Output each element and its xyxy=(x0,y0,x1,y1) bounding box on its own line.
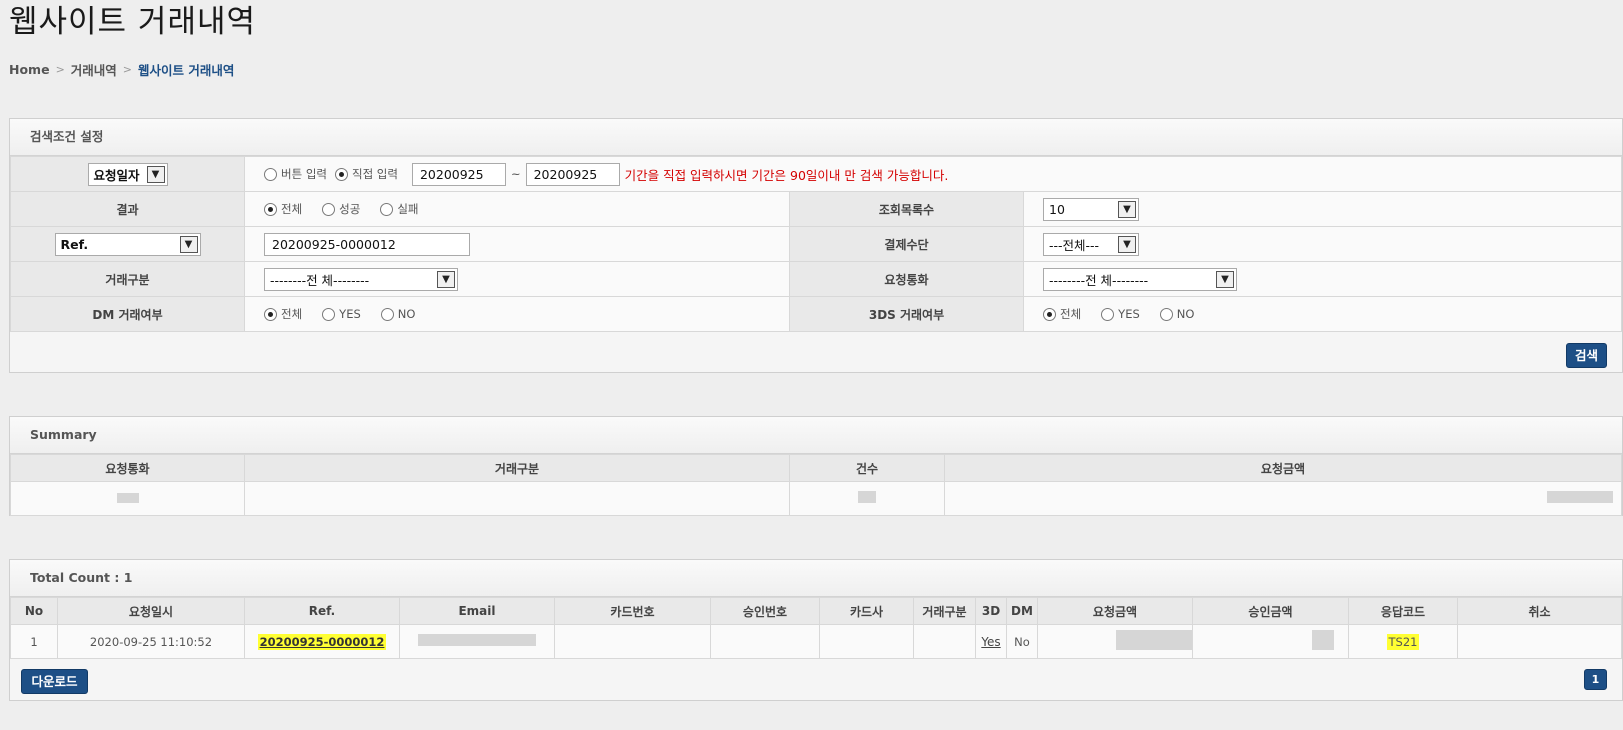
currency-select[interactable]: --------전 체-------- ▼ xyxy=(1043,267,1237,291)
summary-row xyxy=(10,481,1622,516)
payment-method-label: 결제수단 xyxy=(789,226,1024,262)
col-3d: 3D xyxy=(975,597,1007,625)
date-range-warning: 기간을 직접 입력하시면 기간은 90일이내 만 검색 가능합니다. xyxy=(624,167,949,183)
tx-type-select[interactable]: --------전 체-------- ▼ xyxy=(264,267,458,291)
cell-datetime: 2020-09-25 11:10:52 xyxy=(57,624,245,659)
redacted-value xyxy=(418,634,536,646)
chevron-down-icon: ▼ xyxy=(1216,270,1234,288)
radio-direct-input[interactable]: 직접 입력 xyxy=(334,166,398,182)
download-button[interactable]: 다운로드 xyxy=(21,669,88,694)
summary-table: 요청통화 거래구분 건수 요청금액 xyxy=(10,454,1622,516)
chevron-right-icon: > xyxy=(122,63,133,76)
breadcrumb-current: 웹사이트 거래내역 xyxy=(138,63,235,78)
page-size-label: 조회목록수 xyxy=(789,191,1024,227)
search-panel: 검색조건 설정 요청일자 ▼ 버튼 입력 직접 입력 20200925 ~ 20… xyxy=(9,118,1623,373)
summary-col-tx-type: 거래구분 xyxy=(244,454,790,482)
table-row: 1 2020-09-25 11:10:52 20200925-0000012 Y… xyxy=(10,624,1622,659)
search-button[interactable]: 검색 xyxy=(1566,343,1607,368)
3ds-radio-all[interactable]: 전체 xyxy=(1043,306,1081,322)
redacted-value xyxy=(1116,630,1192,650)
tx-type-label: 거래구분 xyxy=(10,261,245,297)
chevron-down-icon: ▼ xyxy=(1118,200,1136,218)
chevron-down-icon: ▼ xyxy=(437,270,455,288)
search-conditions-table: 요청일자 ▼ 버튼 입력 직접 입력 20200925 ~ 20200925 기… xyxy=(10,156,1622,332)
summary-col-currency: 요청통화 xyxy=(10,454,245,482)
ref-input[interactable]: 20200925-0000012 xyxy=(264,232,470,256)
result-radio-fail[interactable]: 실패 xyxy=(380,201,419,217)
redacted-value xyxy=(858,491,876,503)
page-size-select[interactable]: 10 ▼ xyxy=(1043,197,1139,221)
result-radio-all[interactable]: 전체 xyxy=(264,201,302,217)
redacted-value xyxy=(1547,491,1613,503)
breadcrumb: Home > 거래내역 > 웹사이트 거래내역 xyxy=(9,60,234,79)
redacted-value xyxy=(1312,630,1334,650)
col-resp-code: 응답코드 xyxy=(1348,597,1458,625)
col-req-amount: 요청금액 xyxy=(1037,597,1193,625)
summary-title: Summary xyxy=(10,417,1622,454)
dm-radio-all[interactable]: 전체 xyxy=(264,306,302,322)
3ds-radio-yes[interactable]: YES xyxy=(1101,307,1140,321)
3ds-radio-no[interactable]: NO xyxy=(1159,307,1194,321)
payment-method-select[interactable]: ---전체--- ▼ xyxy=(1043,232,1139,256)
result-label: 결과 xyxy=(10,191,245,227)
cell-no: 1 xyxy=(10,624,58,659)
breadcrumb-level1[interactable]: 거래내역 xyxy=(71,60,117,79)
chevron-right-icon: > xyxy=(55,63,65,76)
currency-label: 요청통화 xyxy=(789,261,1024,297)
pagination-page-1[interactable]: 1 xyxy=(1584,669,1607,690)
col-card-no: 카드번호 xyxy=(554,597,711,625)
redacted-value xyxy=(116,492,139,503)
results-table: No 요청일시 Ref. Email 카드번호 승인번호 카드사 거래구분 3D… xyxy=(10,597,1622,659)
3ds-label: 3DS 거래여부 xyxy=(789,296,1024,332)
dm-radio-no[interactable]: NO xyxy=(380,307,415,321)
col-approval-no: 승인번호 xyxy=(710,597,820,625)
date-type-select[interactable]: 요청일자 ▼ xyxy=(87,162,168,186)
col-appr-amount: 승인금액 xyxy=(1192,597,1349,625)
col-tx-type: 거래구분 xyxy=(913,597,976,625)
ref-type-select[interactable]: Ref. ▼ xyxy=(54,232,201,256)
summary-panel: Summary 요청통화 거래구분 건수 요청금액 xyxy=(9,416,1623,516)
col-card-company: 카드사 xyxy=(819,597,914,625)
radio-button-input[interactable]: 버튼 입력 xyxy=(264,166,327,182)
col-no: No xyxy=(10,597,58,625)
breadcrumb-home[interactable]: Home xyxy=(9,62,50,77)
cell-resp-code: TS21 xyxy=(1386,633,1420,650)
date-from-input[interactable]: 20200925 xyxy=(411,162,506,186)
col-cancel: 취소 xyxy=(1457,597,1622,625)
total-count: Total Count : 1 xyxy=(10,560,1622,597)
result-radio-success[interactable]: 성공 xyxy=(322,201,360,217)
col-datetime: 요청일시 xyxy=(57,597,245,625)
chevron-down-icon: ▼ xyxy=(1118,235,1136,253)
dm-label: DM 거래여부 xyxy=(10,296,245,332)
summary-col-count: 건수 xyxy=(789,454,945,482)
search-footer: 검색 xyxy=(10,332,1622,376)
col-dm: DM xyxy=(1006,597,1038,625)
results-panel: Total Count : 1 No 요청일시 Ref. Email 카드번호 … xyxy=(9,559,1623,701)
search-panel-title: 검색조건 설정 xyxy=(10,119,1622,156)
results-header-row: No 요청일시 Ref. Email 카드번호 승인번호 카드사 거래구분 3D… xyxy=(10,597,1622,625)
ref-link[interactable]: 20200925-0000012 xyxy=(257,633,387,650)
date-to-input[interactable]: 20200925 xyxy=(525,162,620,186)
results-footer: 다운로드 1 xyxy=(10,659,1622,699)
chevron-down-icon: ▼ xyxy=(146,165,165,183)
dm-radio-yes[interactable]: YES xyxy=(322,307,361,321)
summary-col-req-amount: 요청금액 xyxy=(944,454,1622,482)
date-range-tilde: ~ xyxy=(510,167,521,181)
chevron-down-icon: ▼ xyxy=(179,235,198,253)
col-ref: Ref. xyxy=(244,597,400,625)
cell-dm: No xyxy=(1006,624,1038,659)
col-email: Email xyxy=(399,597,555,625)
3d-link[interactable]: Yes xyxy=(981,635,1000,649)
page-title: 웹사이트 거래내역 xyxy=(9,4,257,40)
